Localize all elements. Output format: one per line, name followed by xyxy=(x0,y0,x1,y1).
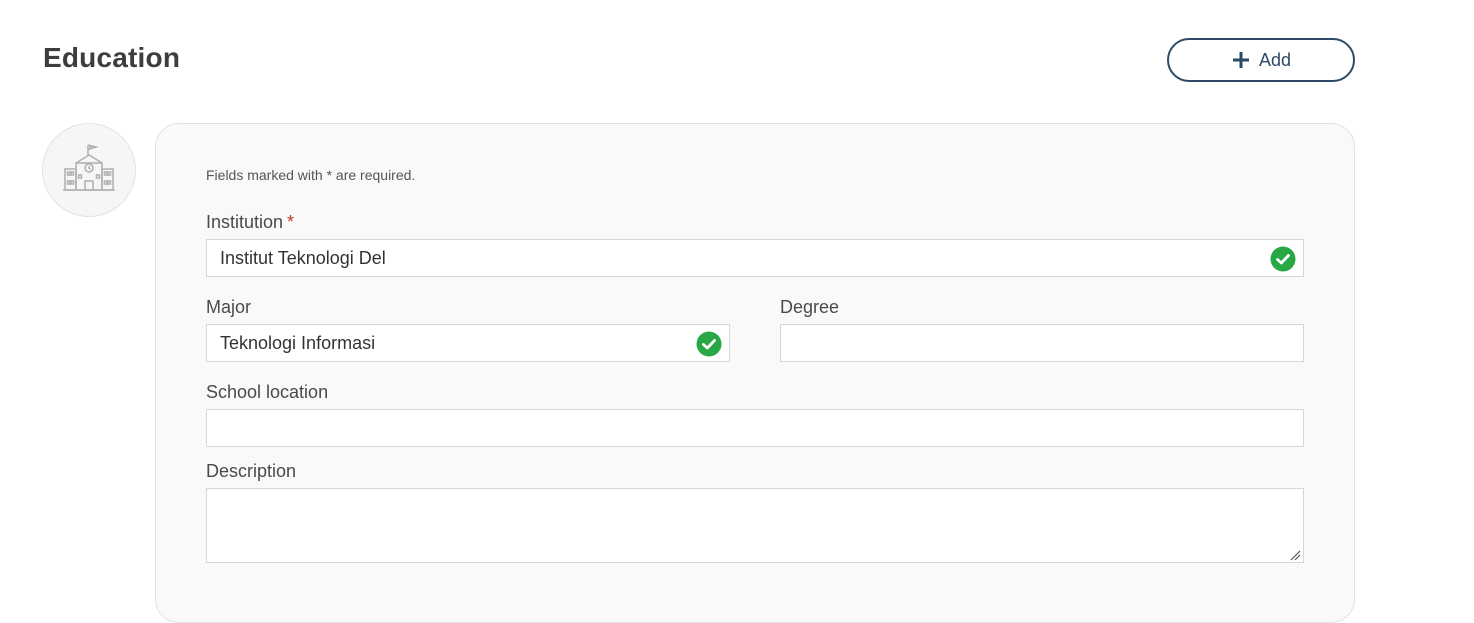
institution-input[interactable]: Institut Teknologi Del xyxy=(206,239,1304,277)
check-circle-icon xyxy=(696,331,722,357)
school-location-input[interactable] xyxy=(206,409,1304,447)
institution-label-text: Institution xyxy=(206,212,284,232)
description-textarea[interactable] xyxy=(206,488,1304,563)
required-asterisk: * xyxy=(287,212,295,232)
add-education-button[interactable]: Add xyxy=(1167,38,1355,82)
institution-input-value: Institut Teknologi Del xyxy=(220,247,386,268)
major-input-value: Teknologi Informasi xyxy=(220,332,376,353)
section-title: Education xyxy=(43,42,181,73)
description-label: Description xyxy=(206,461,297,481)
resize-handle-icon[interactable] xyxy=(1289,548,1301,561)
school-building-icon xyxy=(62,143,116,198)
check-circle-icon xyxy=(1270,246,1296,272)
school-location-label: School location xyxy=(206,382,329,402)
degree-label: Degree xyxy=(780,297,840,317)
degree-input[interactable] xyxy=(780,324,1304,362)
required-fields-note: Fields marked with * are required. xyxy=(206,167,416,183)
major-label: Major xyxy=(206,297,252,317)
education-avatar xyxy=(42,123,136,217)
institution-label: Institution * xyxy=(206,212,294,233)
add-button-label: Add xyxy=(1258,49,1292,70)
major-input[interactable]: Teknologi Informasi xyxy=(206,324,730,362)
plus-icon xyxy=(1231,50,1251,70)
